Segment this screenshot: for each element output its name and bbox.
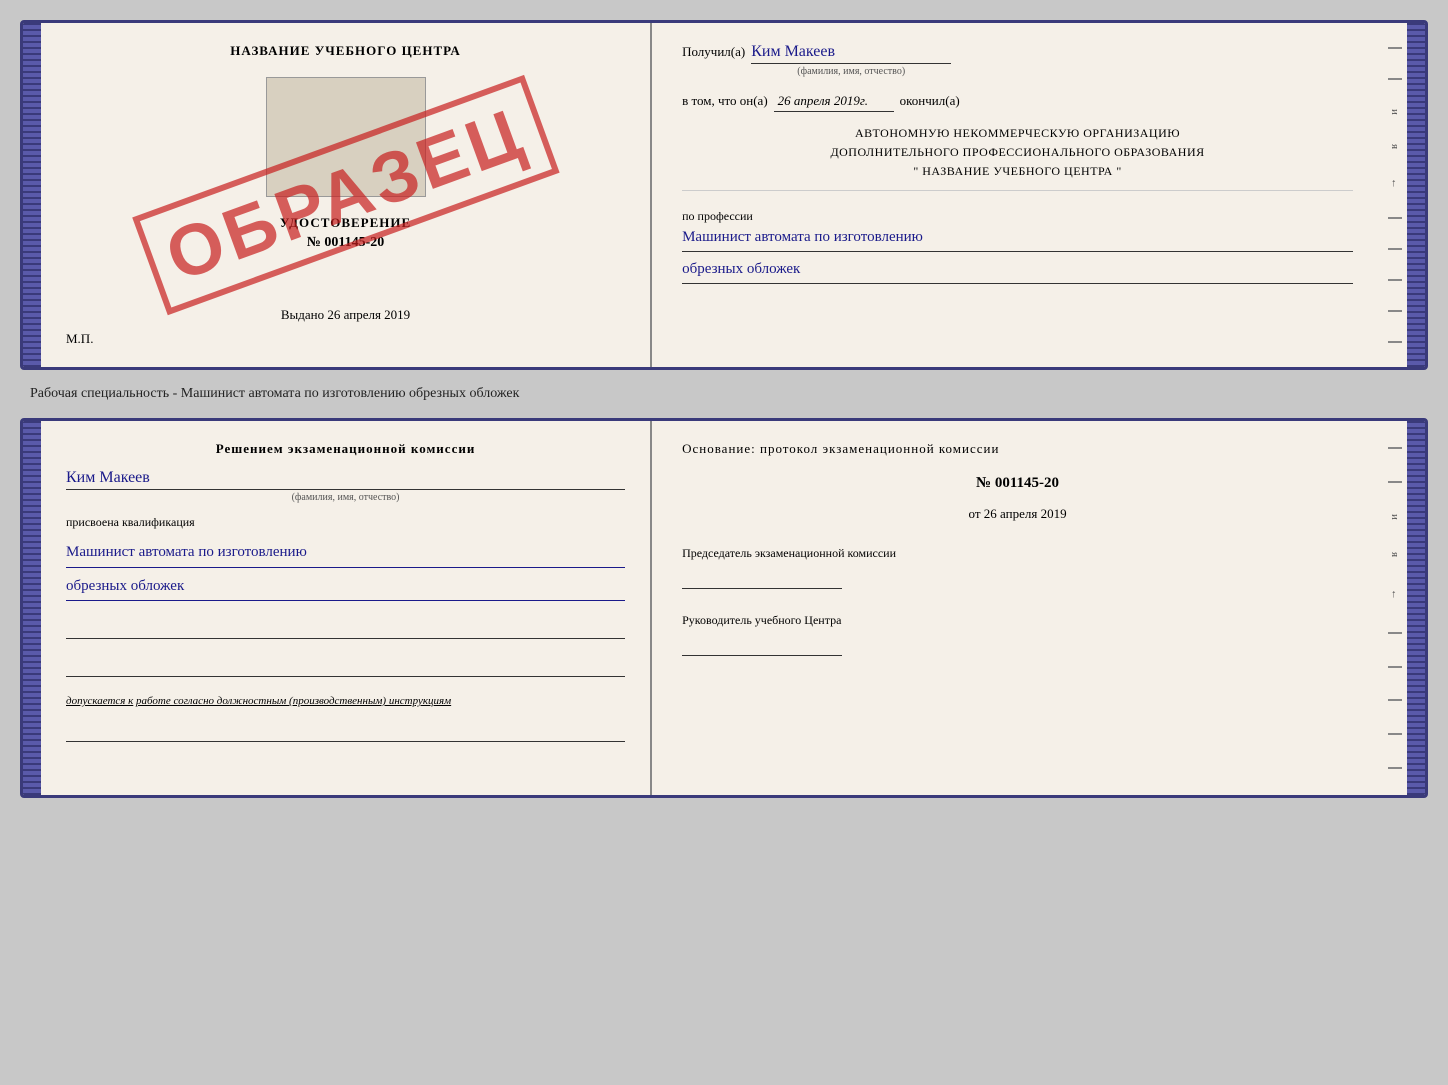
right-decoration-bottom: и я ←	[1383, 421, 1407, 795]
deco-b-dash-7	[1388, 767, 1402, 769]
dopusk-label: допускается к	[66, 695, 133, 707]
deco-b-letter-i: и	[1389, 514, 1401, 520]
between-label: Рабочая специальность - Машинист автомат…	[20, 382, 1428, 406]
rukovoditel-label: Руководитель учебного Центра	[682, 611, 1353, 630]
vtom-label: в том, что он(а)	[682, 93, 768, 109]
left-spine	[23, 23, 41, 367]
deco-b-dash-2	[1388, 481, 1402, 483]
empty-line-2	[66, 653, 625, 677]
left-spine-bottom	[23, 421, 41, 795]
org-line1: АВТОНОМНУЮ НЕКОММЕРЧЕСКУЮ ОРГАНИЗАЦИЮ	[682, 124, 1353, 143]
deco-dash-7	[1388, 341, 1402, 343]
deco-dash-3	[1388, 217, 1402, 219]
rukovoditel-block: Руководитель учебного Центра	[682, 611, 1353, 656]
bottom-doc-inner: Решением экзаменационной комиссии Ким Ма…	[41, 421, 1407, 795]
deco-b-dash-5	[1388, 699, 1402, 701]
predsedatel-block: Председатель экзаменационной комиссии	[682, 544, 1353, 589]
vydano-label: Выдано	[281, 307, 324, 322]
poluchil-row: Получил(а) Ким Макеев (фамилия, имя, отч…	[682, 43, 1353, 77]
vtom-line: в том, что он(а) 26 апреля 2019г. окончи…	[682, 93, 1353, 112]
top-left-panel: НАЗВАНИЕ УЧЕБНОГО ЦЕНТРА УДОСТОВЕРЕНИЕ №…	[41, 23, 652, 367]
predsedatel-label: Председатель экзаменационной комиссии	[682, 544, 1353, 563]
fio-label-top: (фамилия, имя, отчество)	[751, 66, 951, 77]
right-spine-bottom	[1407, 421, 1425, 795]
completion-date: 26 апреля 2019г.	[774, 93, 894, 112]
poluchil-name-block: Ким Макеев (фамилия, имя, отчество)	[751, 43, 951, 77]
org-line2: ДОПОЛНИТЕЛЬНОГО ПРОФЕССИОНАЛЬНОГО ОБРАЗО…	[682, 143, 1353, 162]
deco-b-dash-6	[1388, 733, 1402, 735]
deco-b-dash-4	[1388, 666, 1402, 668]
dopusk-underline	[66, 722, 625, 742]
recipient-name: Ким Макеев	[751, 43, 951, 64]
dopusk-italic-text: работе согласно должностным (производств…	[136, 695, 451, 707]
org-block: АВТОНОМНУЮ НЕКОММЕРЧЕСКУЮ ОРГАНИЗАЦИЮ ДО…	[682, 124, 1353, 191]
deco-dash-4	[1388, 248, 1402, 250]
protocol-num: № 001145-20	[682, 475, 1353, 492]
cert-label: УДОСТОВЕРЕНИЕ	[280, 215, 411, 231]
deco-b-letter-ya: я	[1389, 552, 1401, 557]
kvalif-name-2: обрезных обложек	[66, 572, 625, 602]
deco-dash-5	[1388, 279, 1402, 281]
protocol-date-value: 26 апреля 2019	[984, 506, 1067, 521]
deco-b-dash-1	[1388, 447, 1402, 449]
photo-placeholder	[266, 77, 426, 197]
deco-dash-6	[1388, 310, 1402, 312]
deco-b-arrow: ←	[1389, 589, 1401, 600]
okonchill-label: окончил(а)	[900, 93, 960, 109]
profession-name-1: Машинист автомата по изготовлению	[682, 224, 1353, 252]
kvalif-block: Машинист автомата по изготовлению обрезн…	[66, 538, 625, 601]
deco-b-dash-3	[1388, 632, 1402, 634]
deco-letter-i: и	[1389, 109, 1401, 115]
vydano-date: 26 апреля 2019	[327, 307, 410, 322]
top-right-panel: Получил(а) Ким Макеев (фамилия, имя, отч…	[652, 23, 1383, 367]
mp-line: М.П.	[66, 331, 93, 347]
dopuskaetsya-text: допускается к работе согласно должностны…	[66, 693, 625, 710]
deco-letter-ya: я	[1389, 144, 1401, 149]
poluchil-label: Получил(а)	[682, 44, 745, 60]
cert-number: № 001145-20	[280, 235, 411, 251]
bottom-name-block: Ким Макеев (фамилия, имя, отчество)	[66, 465, 625, 503]
top-left-title: НАЗВАНИЕ УЧЕБНОГО ЦЕНТРА	[230, 43, 461, 59]
rukovoditel-signature-line	[682, 634, 842, 656]
bottom-document: Решением экзаменационной комиссии Ким Ма…	[20, 418, 1428, 798]
predsedatel-signature-line	[682, 567, 842, 589]
profession-name-2: обрезных обложек	[682, 256, 1353, 284]
bottom-left-panel: Решением экзаменационной комиссии Ким Ма…	[41, 421, 652, 795]
bottom-right-panel: Основание: протокол экзаменационной коми…	[652, 421, 1383, 795]
deco-dash-2	[1388, 78, 1402, 80]
kvalif-name-1: Машинист автомата по изготовлению	[66, 538, 625, 568]
resheniem-title: Решением экзаменационной комиссии	[66, 441, 625, 457]
right-decoration-top: и я ←	[1383, 23, 1407, 367]
vydano-line: Выдано 26 апреля 2019	[281, 307, 410, 323]
deco-dash-1	[1388, 47, 1402, 49]
osnovanie-title: Основание: протокол экзаменационной коми…	[682, 441, 1353, 457]
ot-label: от	[969, 506, 981, 521]
po-professii-block: по профессии Машинист автомата по изгото…	[682, 209, 1353, 284]
po-professii-label: по профессии	[682, 209, 1353, 224]
org-line3: " НАЗВАНИЕ УЧЕБНОГО ЦЕНТРА "	[682, 162, 1353, 181]
page-container: НАЗВАНИЕ УЧЕБНОГО ЦЕНТРА УДОСТОВЕРЕНИЕ №…	[20, 20, 1428, 798]
cert-block: УДОСТОВЕРЕНИЕ № 001145-20	[280, 215, 411, 251]
empty-line-1	[66, 615, 625, 639]
deco-arrow: ←	[1389, 178, 1401, 189]
prisvoena-label: присвоена квалификация	[66, 515, 625, 530]
bottom-person-name: Ким Макеев	[66, 469, 625, 490]
top-doc-inner: НАЗВАНИЕ УЧЕБНОГО ЦЕНТРА УДОСТОВЕРЕНИЕ №…	[41, 23, 1407, 367]
protocol-date: от 26 апреля 2019	[682, 506, 1353, 522]
right-spine-top	[1407, 23, 1425, 367]
top-document: НАЗВАНИЕ УЧЕБНОГО ЦЕНТРА УДОСТОВЕРЕНИЕ №…	[20, 20, 1428, 370]
fio-label-bottom: (фамилия, имя, отчество)	[66, 492, 625, 503]
